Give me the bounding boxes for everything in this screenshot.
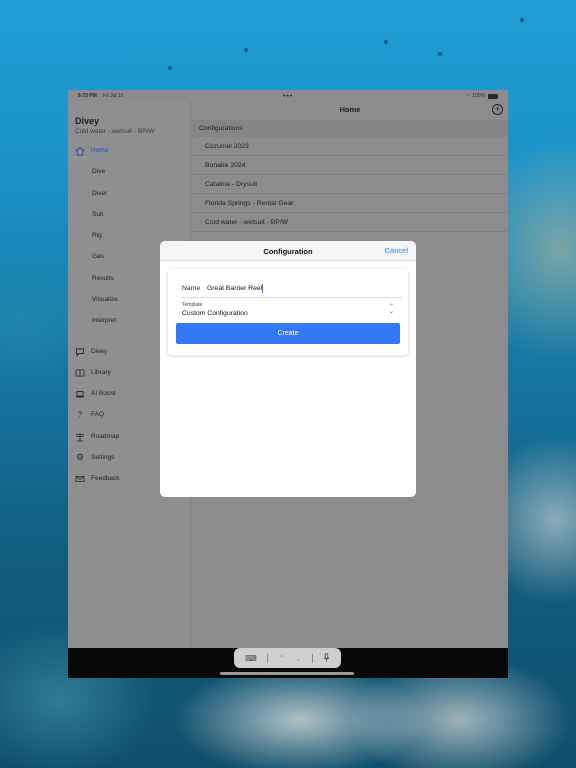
sidebar-item-label: Interpret — [92, 317, 117, 324]
section-header: Configurations — [192, 120, 508, 137]
chat-bubble-icon — [75, 347, 85, 357]
configuration-row[interactable]: Cold water - wetsuit - BP/W — [192, 213, 508, 232]
plus-icon: + — [494, 104, 501, 114]
keyboard-icon[interactable]: ⌨ — [245, 654, 257, 663]
app-title: Divey — [75, 116, 100, 126]
sidebar-item-label: Roadmap — [91, 433, 120, 440]
configuration-form: Name Template Custom Configuration ⌃⌄ Cr… — [168, 269, 408, 355]
active-configuration: Cold water - wetsuit - BP/W — [75, 128, 155, 135]
home-indicator[interactable] — [220, 672, 354, 675]
template-value: Custom Configuration — [182, 310, 248, 317]
multitasking-dots-icon[interactable]: ••• — [283, 93, 293, 100]
divider — [311, 653, 313, 663]
signpost-icon — [75, 432, 85, 442]
sidebar-item-label: Feedback — [91, 475, 120, 482]
envelope-icon — [75, 474, 85, 484]
bubble — [168, 66, 172, 70]
configuration-row[interactable]: Bonaire 2024 — [192, 156, 508, 175]
sidebar-item-diver[interactable]: Diver — [68, 183, 191, 204]
chevron-up-icon[interactable]: ⌃ — [278, 654, 285, 663]
cancel-button[interactable]: Cancel — [385, 246, 408, 255]
bubble — [384, 40, 388, 44]
create-button[interactable]: Create — [176, 323, 400, 344]
sidebar-item-label: Rig — [92, 232, 102, 239]
sidebar-item-dive[interactable]: Dive — [68, 161, 191, 182]
question-icon: ? — [77, 410, 83, 419]
sidebar-item-label: Dive — [92, 168, 106, 175]
name-input[interactable] — [207, 281, 397, 296]
status-date: Fri Jul 19 — [102, 93, 124, 99]
sidebar-item-suit[interactable]: Suit — [68, 204, 191, 225]
sidebar-item-label: AI Boost — [91, 390, 116, 397]
sidebar-item-home[interactable]: Home — [68, 140, 191, 161]
status-time: 6:33 PM — [78, 93, 97, 99]
configuration-row[interactable]: Florida Springs - Rental Gear — [192, 194, 508, 213]
name-label: Name — [182, 285, 201, 292]
battery-percent: 100% — [472, 93, 485, 99]
laptop-icon — [75, 389, 85, 399]
sidebar-item-label: Settings — [91, 454, 115, 461]
sidebar-item-label: Suit — [92, 211, 104, 218]
page-title: Home — [339, 105, 361, 114]
divider — [266, 653, 268, 663]
house-icon — [75, 146, 85, 156]
battery-icon — [488, 93, 498, 99]
configuration-modal: Configuration Cancel Name Template Custo… — [160, 241, 416, 497]
modal-title: Configuration — [263, 247, 313, 256]
microphone-icon[interactable] — [323, 652, 330, 664]
sidebar-item-label: Home — [91, 147, 109, 154]
status-bar: 6:33 PM Fri Jul 19 ••• ◔ 100% — [68, 90, 508, 102]
sidebar-item-label: Results — [92, 275, 114, 282]
sidebar-item-label: Diver — [92, 190, 108, 197]
template-label: Template — [182, 302, 203, 308]
configuration-row[interactable]: Cozumel 2023 — [192, 137, 508, 156]
bubble — [244, 48, 248, 52]
sidebar-item-label: Visualize — [92, 296, 118, 303]
configuration-row[interactable]: Catalina - Drysuit — [192, 175, 508, 194]
sidebar-item-label: Divey — [91, 348, 108, 355]
wifi-icon: ◔ — [466, 93, 470, 99]
keyboard-shortcut-bar: ⌨ ⌃ ⌄ — [234, 648, 341, 668]
bubble — [520, 18, 524, 22]
chevron-down-icon[interactable]: ⌄ — [295, 654, 302, 663]
sidebar-item-label: FAQ — [91, 411, 105, 418]
add-configuration-button[interactable]: + — [492, 104, 503, 115]
text-caret — [262, 284, 263, 293]
gear-icon: ⚙ — [75, 452, 85, 462]
chevron-up-down-icon: ⌃ ⌄ — [388, 304, 394, 315]
sidebar-item-label: Gas — [92, 253, 104, 260]
divider — [182, 297, 402, 298]
sidebar-item-label: Library — [91, 369, 111, 376]
book-icon — [75, 368, 85, 378]
bubble — [438, 52, 442, 56]
